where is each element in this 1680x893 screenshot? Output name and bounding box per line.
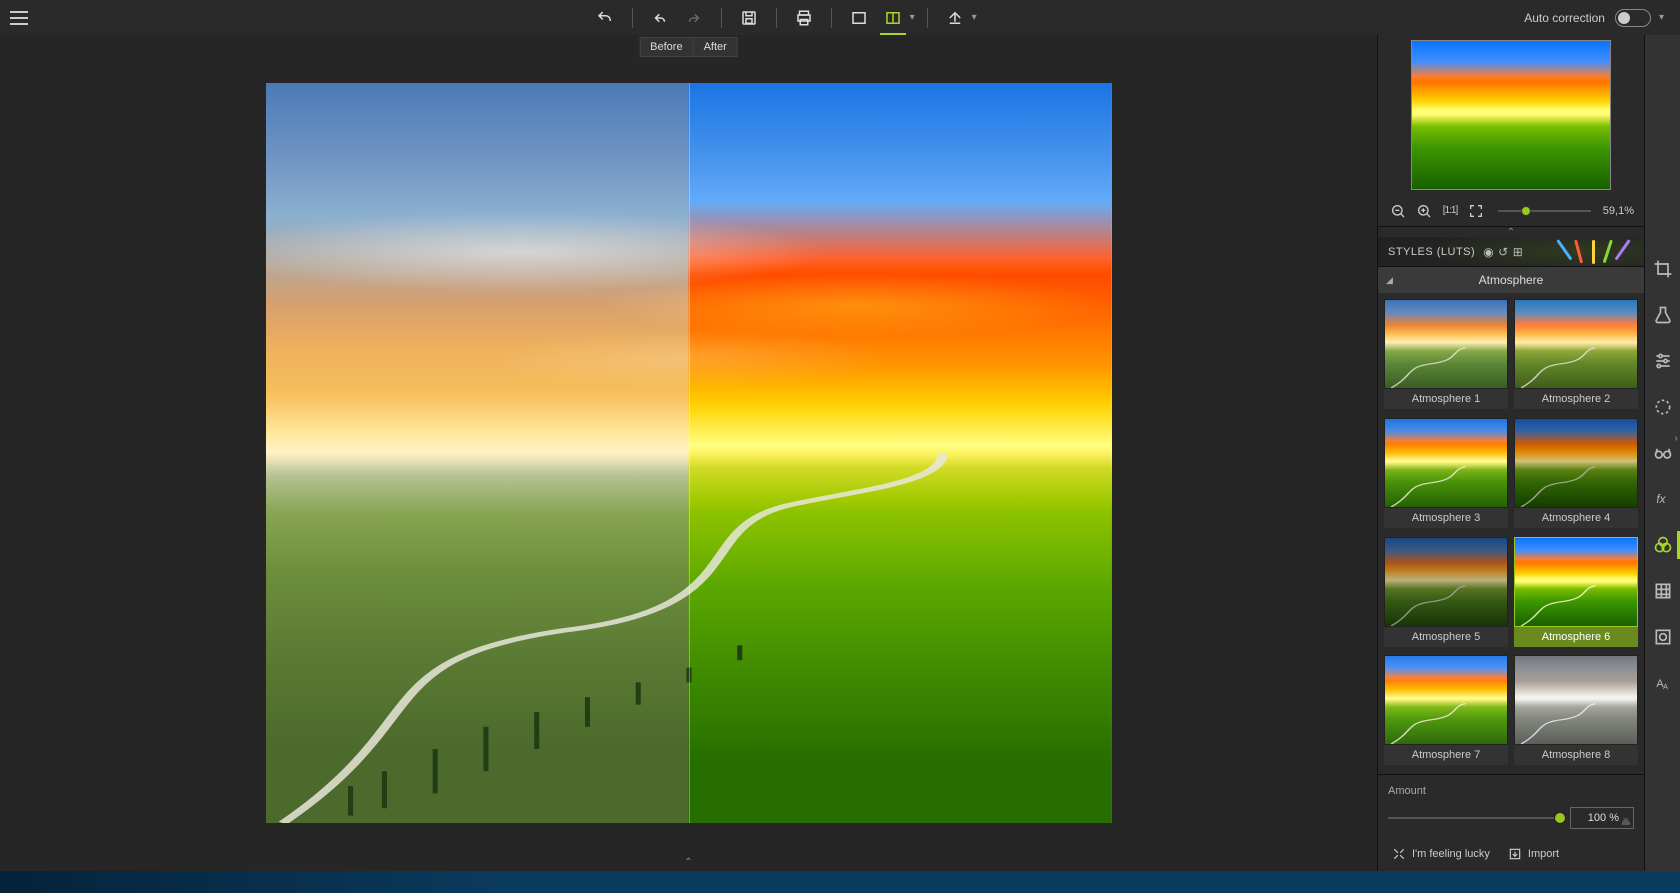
zoom-value: 59,1% xyxy=(1603,205,1634,217)
side-panel: [1:1] 59,1% ⌃ STYLES (LUTS) ◉ ↺ ⊞ xyxy=(1377,35,1644,871)
share-button[interactable] xyxy=(940,4,970,32)
expand-panel-icon[interactable]: ⌃ xyxy=(684,857,692,871)
lut-category-label: Atmosphere xyxy=(1479,273,1544,287)
main-area: Before After xyxy=(0,35,1680,871)
amount-control: Amount 100 % xyxy=(1378,774,1644,839)
lut-label: Atmosphere 2 xyxy=(1514,389,1638,409)
navigator-thumbnail[interactable] xyxy=(1411,40,1611,190)
right-tool-strip: fx › AA xyxy=(1644,35,1680,871)
sliders-tool-icon[interactable] xyxy=(1649,347,1677,375)
navigator-preview xyxy=(1378,35,1644,195)
status-bar xyxy=(0,871,1680,893)
lut-preset-3[interactable]: Atmosphere 3 xyxy=(1384,418,1508,531)
lut-grid: Atmosphere 1 Atmosphere 2 Atmosphere 3 Atmo… xyxy=(1378,293,1644,774)
svg-text:A: A xyxy=(1663,682,1668,691)
view-mode-dropdown-icon[interactable]: ▾ xyxy=(910,12,915,23)
step-forward-button xyxy=(679,4,709,32)
step-back-button[interactable] xyxy=(645,4,675,32)
lut-label: Atmosphere 6 xyxy=(1514,627,1638,647)
panel-reset-icon[interactable]: ↺ xyxy=(1498,245,1509,259)
crop-tool-icon[interactable] xyxy=(1649,255,1677,283)
amount-label: Amount xyxy=(1388,785,1634,797)
styles-panel-title: STYLES (LUTS) xyxy=(1388,246,1475,258)
lut-label: Atmosphere 5 xyxy=(1384,627,1508,647)
canvas-area: Before After xyxy=(0,35,1377,871)
lut-label: Atmosphere 8 xyxy=(1514,745,1638,765)
lut-preset-1[interactable]: Atmosphere 1 xyxy=(1384,299,1508,412)
zoom-bar: [1:1] 59,1% xyxy=(1378,195,1644,227)
lut-tool-icon[interactable] xyxy=(1649,531,1677,559)
frame-tool-icon[interactable] xyxy=(1649,623,1677,651)
menu-button[interactable] xyxy=(6,5,32,31)
zoom-fit-button[interactable] xyxy=(1466,201,1486,221)
feeling-lucky-button[interactable]: I'm feeling lucky xyxy=(1392,847,1490,861)
lut-preset-7[interactable]: Atmosphere 7 xyxy=(1384,655,1508,768)
panel-grid-icon[interactable]: ⊞ xyxy=(1513,245,1524,259)
lab-tool-icon[interactable] xyxy=(1649,301,1677,329)
amount-value[interactable]: 100 % xyxy=(1570,807,1634,829)
compare-labels: Before After xyxy=(639,37,738,57)
lut-preset-2[interactable]: Atmosphere 2 xyxy=(1514,299,1638,412)
zoom-100-button[interactable]: [1:1] xyxy=(1440,201,1460,221)
texture-tool-icon[interactable] xyxy=(1649,577,1677,605)
lut-category-header[interactable]: ◢ Atmosphere xyxy=(1378,267,1644,293)
lut-preset-8[interactable]: Atmosphere 8 xyxy=(1514,655,1638,768)
text-tool-icon[interactable]: AA xyxy=(1649,669,1677,697)
editing-canvas[interactable] xyxy=(266,83,1112,823)
zoom-out-button[interactable] xyxy=(1388,201,1408,221)
before-label: Before xyxy=(639,37,693,57)
styles-panel-header: STYLES (LUTS) ◉ ↺ ⊞ xyxy=(1378,237,1644,267)
compare-view-button[interactable] xyxy=(878,4,908,32)
auto-correction-label: Auto correction xyxy=(1524,11,1605,25)
top-toolbar: ▾ ▾ Auto correction ▾ xyxy=(0,0,1680,35)
lut-label: Atmosphere 7 xyxy=(1384,745,1508,765)
panel-actions: I'm feeling lucky Import xyxy=(1378,839,1644,871)
share-dropdown-icon[interactable]: ▾ xyxy=(972,12,977,23)
import-button[interactable]: Import xyxy=(1508,847,1559,861)
collapse-navigator-icon[interactable]: ⌃ xyxy=(1507,227,1515,237)
lut-label: Atmosphere 1 xyxy=(1384,389,1508,409)
lut-label: Atmosphere 3 xyxy=(1384,508,1508,528)
lut-preset-6[interactable]: Atmosphere 6 xyxy=(1514,537,1638,650)
lut-preset-4[interactable]: Atmosphere 4 xyxy=(1514,418,1638,531)
compare-divider[interactable] xyxy=(689,83,690,823)
zoom-slider[interactable] xyxy=(1498,210,1591,212)
after-label: After xyxy=(694,37,738,57)
selection-tool-icon[interactable] xyxy=(1649,393,1677,421)
auto-correction-dropdown-icon[interactable]: ▾ xyxy=(1659,12,1664,23)
fx-tool-icon[interactable]: fx xyxy=(1649,485,1677,513)
lut-preset-5[interactable]: Atmosphere 5 xyxy=(1384,537,1508,650)
single-view-button[interactable] xyxy=(844,4,874,32)
lut-label: Atmosphere 4 xyxy=(1514,508,1638,528)
undo-button[interactable] xyxy=(590,4,620,32)
svg-text:fx: fx xyxy=(1656,493,1666,506)
zoom-in-button[interactable] xyxy=(1414,201,1434,221)
auto-correction-toggle[interactable] xyxy=(1615,9,1651,27)
decorative-pencils xyxy=(1548,237,1638,266)
toolstrip-expand-icon[interactable]: › xyxy=(1672,425,1680,451)
amount-slider[interactable] xyxy=(1388,817,1560,819)
history-group: ▾ ▾ xyxy=(590,4,977,32)
category-collapse-icon: ◢ xyxy=(1386,275,1393,286)
auto-correction-control: Auto correction ▾ xyxy=(1524,9,1664,27)
print-button[interactable] xyxy=(789,4,819,32)
save-button[interactable] xyxy=(734,4,764,32)
panel-visibility-icon[interactable]: ◉ xyxy=(1483,245,1494,259)
